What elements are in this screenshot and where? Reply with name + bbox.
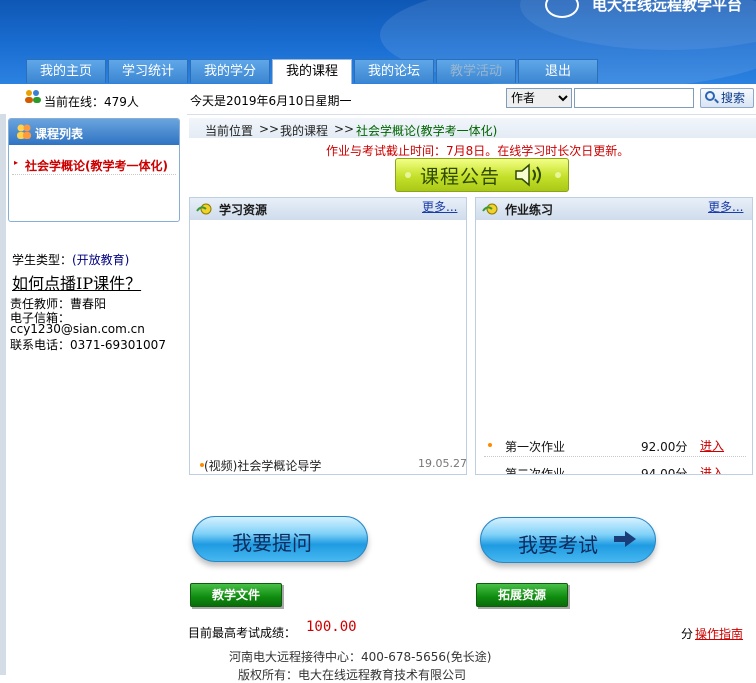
homework-item-label[interactable]: 第二次作业 [505, 465, 565, 474]
tab-home[interactable]: 我的主页 [26, 59, 106, 83]
take-exam-label: 我要考试 [518, 533, 598, 557]
decor-dot [405, 172, 411, 178]
bullet-icon [488, 443, 492, 447]
breadcrumb-current-position: 当前位置 [205, 124, 254, 138]
breadcrumb-course[interactable]: 社会学概论(教学考一体化) [356, 122, 497, 139]
announcement-label: 课程公告 [420, 166, 501, 188]
course-list-item[interactable]: 社会学概论(教学考一体化) [25, 157, 168, 174]
student-type-label: 学生类型： [12, 253, 73, 267]
tab-teaching-activities[interactable]: 教学活动 [436, 59, 516, 83]
operation-guide-link[interactable]: 操作指南 [695, 625, 743, 642]
breadcrumb-my-courses[interactable]: 我的课程 [280, 122, 328, 139]
breadcrumb-separator: >> [334, 122, 355, 136]
breadcrumb-separator: >> [259, 122, 280, 136]
search-button-label: 搜索 [721, 91, 746, 105]
homework-enter-link[interactable]: 进入 [700, 464, 724, 474]
score-unit: 分 [681, 627, 694, 641]
best-score-label: 目前最高考试成绩： [188, 626, 297, 640]
ask-question-label: 我要提问 [232, 531, 312, 555]
resources-panel-title: 学习资源 [219, 203, 268, 217]
course-list-title: 课程列表 [35, 127, 84, 141]
teaching-files-button[interactable]: 教学文件 [190, 583, 282, 607]
sidebar-edge [0, 114, 6, 675]
folder-icon [482, 203, 498, 215]
resource-item-date: 19.05.27 [418, 457, 467, 470]
tab-logout[interactable]: 退出 [518, 59, 598, 83]
homework-more-link[interactable]: 更多... [708, 198, 743, 215]
email-value: ccy1230@sian.com.cn [10, 322, 145, 336]
tab-my-courses[interactable]: 我的课程 [272, 59, 352, 85]
homework-panel: 第一次作业 92.00分 进入 第二次作业 94.00分 进入 [475, 197, 753, 475]
homework-enter-link[interactable]: 进入 [700, 437, 724, 454]
online-count: 当前在线：479人 [44, 95, 139, 109]
current-date: 今天是2019年6月10日星期一 [190, 94, 352, 108]
users-online-icon [25, 90, 41, 103]
homework-panel-title: 作业练习 [505, 203, 554, 217]
divider [484, 456, 746, 457]
divider [12, 174, 176, 175]
homework-item-score: 92.00分 [641, 440, 688, 454]
best-score-value: 100.00 [306, 619, 357, 635]
deadline-notice: 作业与考试截止时间：7月8日。在线学习时长次日更新。 [326, 144, 630, 158]
tab-study-stats[interactable]: 学习统计 [108, 59, 188, 83]
homework-item-label[interactable]: 第一次作业 [505, 438, 565, 455]
people-icon [17, 124, 31, 139]
folder-icon [196, 203, 212, 215]
caret-right-icon: ▸ [14, 158, 19, 167]
banner-title: 电大在线远程教学平台 [592, 0, 743, 14]
resources-panel [189, 197, 467, 475]
homework-item-score: 94.00分 [641, 467, 688, 475]
tab-my-credits[interactable]: 我的学分 [190, 59, 270, 83]
student-type-value: (开放教育) [72, 253, 130, 267]
search-field-select[interactable]: 作者 [506, 88, 572, 108]
search-input[interactable] [574, 88, 694, 108]
arrow-right-icon [614, 531, 636, 547]
extended-resources-button[interactable]: 拓展资源 [476, 583, 568, 607]
footer-contact: 河南电大远程接待中心：400-678-5656(免长途) [229, 650, 492, 664]
speaker-icon [515, 163, 541, 187]
phone-info: 联系电话：0371-69301007 [10, 338, 166, 352]
decor-dot [555, 172, 561, 178]
tab-my-forum[interactable]: 我的论坛 [354, 59, 434, 83]
resource-item[interactable]: (视频)社会学概论导学 [204, 457, 321, 474]
howto-ip-courseware-link[interactable]: 如何点播IP课件？ [12, 270, 141, 294]
resources-more-link[interactable]: 更多... [422, 198, 457, 215]
